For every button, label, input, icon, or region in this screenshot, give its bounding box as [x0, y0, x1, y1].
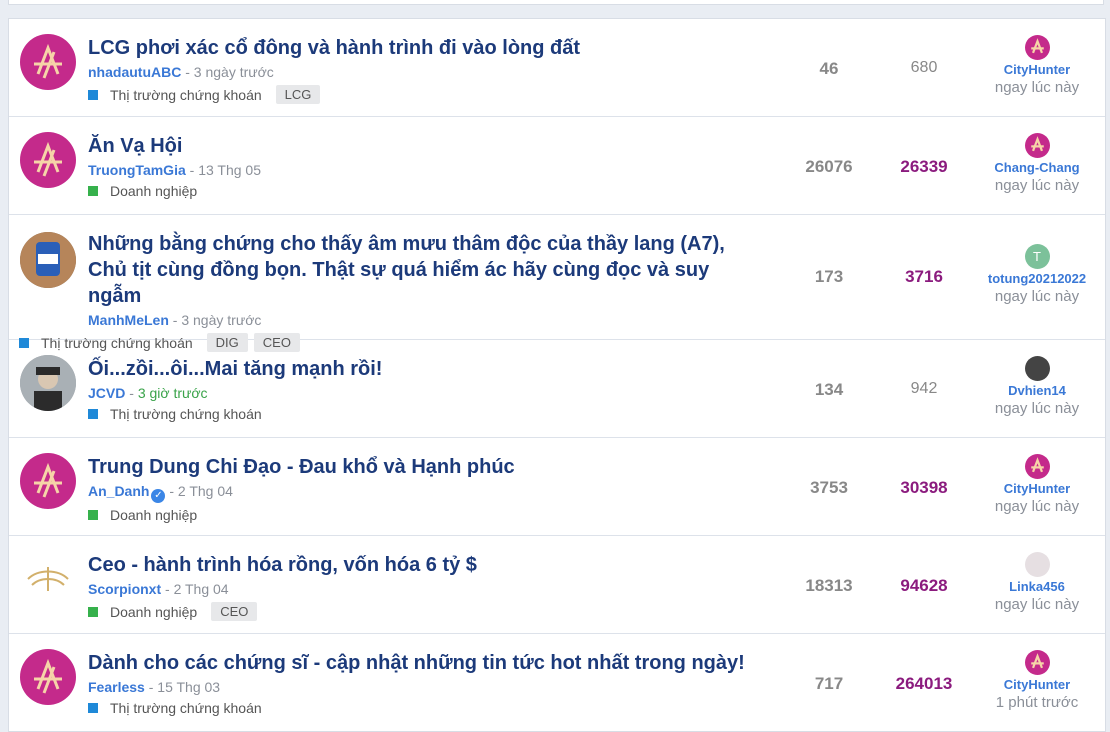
view-count: 26339 [900, 157, 948, 176]
thread-title[interactable]: Ối...zồi...ôi...Mai tăng mạnh rồi! [88, 356, 768, 382]
last-user[interactable]: Dvhien14 [967, 383, 1107, 398]
post-time: 2 Thg 04 [173, 581, 229, 597]
avatar[interactable] [20, 232, 76, 288]
thread-title[interactable]: Ăn Vạ Hội [88, 133, 768, 159]
thread-title[interactable]: Trung Dung Chi Đạo - Đau khổ và Hạnh phú… [88, 454, 768, 480]
last-user[interactable]: CityHunter [967, 677, 1107, 692]
tag-chip[interactable]: LCG [275, 85, 321, 104]
thread-row: Dành cho các chứng sĩ - cập nhật những t… [9, 634, 1105, 731]
forum-square-icon [88, 606, 98, 617]
thread-row: Ăn Vạ Hội TruongTamGia - 13 Thg 05 Doanh… [9, 117, 1105, 215]
reply-count: 18313 [805, 576, 853, 595]
post-time: 13 Thg 05 [198, 162, 261, 178]
last-time: ngay lúc này [994, 400, 1080, 417]
avatar[interactable] [20, 132, 76, 188]
last-user[interactable]: Chang-Chang [967, 160, 1107, 175]
reply-count: 134 [814, 380, 844, 399]
thread-row: Ceo - hành trình hóa rồng, vốn hóa 6 tỷ … [9, 536, 1105, 634]
post-time: 2 Thg 04 [177, 483, 233, 499]
tag-chip[interactable]: CEO [211, 602, 258, 621]
post-time: 3 ngày trước [193, 64, 274, 80]
thread-title[interactable]: Những bằng chứng cho thấy âm mưu thâm độ… [88, 231, 768, 309]
avatar[interactable] [20, 649, 76, 705]
view-count: 264013 [895, 674, 953, 693]
author-link[interactable]: JCVD [88, 385, 125, 401]
last-avatar[interactable] [1024, 356, 1050, 381]
last-time: ngay lúc này [994, 288, 1080, 305]
forum-square-icon [88, 89, 98, 100]
last-post: Chang-Chang ngay lúc này [967, 133, 1107, 194]
last-post: Dvhien14 ngay lúc này [967, 356, 1107, 417]
reply-count: 46 [819, 59, 839, 78]
post-time: 3 ngày trước [181, 312, 262, 328]
forum-square-icon [88, 186, 98, 196]
last-user[interactable]: Linka456 [967, 579, 1107, 594]
last-time: ngay lúc này [994, 79, 1080, 96]
avatar[interactable] [20, 355, 76, 411]
forum-link[interactable]: Thị trường chứng khoán [110, 87, 262, 103]
previous-card-edge [8, 0, 1104, 5]
top-band [0, 0, 1110, 18]
forum-link[interactable]: Doanh nghiệp [110, 604, 197, 620]
reply-count: 173 [814, 267, 844, 286]
forum-square-icon [88, 409, 98, 419]
last-avatar[interactable] [1024, 35, 1050, 60]
last-avatar[interactable] [1024, 650, 1050, 675]
last-post: CityHunter ngay lúc này [967, 35, 1107, 96]
avatar[interactable] [20, 34, 76, 90]
post-time: 3 giờ trước [137, 385, 208, 401]
forum-link[interactable]: Doanh nghiệp [110, 507, 197, 523]
thread-row: Những bằng chứng cho thấy âm mưu thâm độ… [9, 215, 1107, 352]
author-link[interactable]: Scorpionxt [88, 581, 161, 597]
last-post: T totung20212022 ngay lúc này [967, 244, 1107, 305]
thread-title[interactable]: Dành cho các chứng sĩ - cập nhật những t… [88, 650, 768, 676]
thread-list: LCG phơi xác cổ đông và hành trình đi và… [8, 18, 1106, 732]
author-link[interactable]: ManhMeLen [88, 312, 169, 328]
view-count: 94628 [900, 576, 948, 595]
last-time: ngay lúc này [994, 596, 1080, 613]
last-post: CityHunter ngay lúc này [967, 454, 1107, 515]
last-post: Linka456 ngay lúc này [967, 552, 1107, 613]
forum-square-icon [88, 703, 98, 713]
last-avatar[interactable] [1024, 552, 1050, 577]
author-link[interactable]: nhadautuABC [88, 64, 181, 80]
author-link[interactable]: TruongTamGia [88, 162, 186, 178]
thread-row: Ối...zồi...ôi...Mai tăng mạnh rồi! JCVD … [9, 340, 1105, 438]
view-count: 680 [910, 59, 938, 76]
verified-badge-icon: ✓ [151, 489, 166, 503]
forum-link[interactable]: Doanh nghiệp [110, 183, 197, 199]
thread-title[interactable]: Ceo - hành trình hóa rồng, vốn hóa 6 tỷ … [88, 552, 768, 578]
view-count: 942 [910, 380, 938, 397]
post-time: 15 Thg 03 [157, 679, 221, 695]
last-post: CityHunter 1 phút trước [967, 650, 1107, 711]
author-link[interactable]: Fearless [88, 679, 145, 695]
last-user[interactable]: CityHunter [967, 481, 1107, 496]
forum-link[interactable]: Thị trường chứng khoán [110, 406, 262, 422]
reply-count: 26076 [805, 157, 853, 176]
view-count: 30398 [900, 478, 948, 497]
last-time: 1 phút trước [995, 694, 1079, 711]
forum-square-icon [88, 510, 98, 520]
last-time: ngay lúc này [994, 177, 1080, 194]
view-count: 3716 [905, 267, 943, 286]
author-link[interactable]: An_Danh [88, 483, 149, 499]
reply-count: 717 [814, 674, 844, 693]
reply-count: 3753 [810, 478, 848, 497]
thread-title[interactable]: LCG phơi xác cổ đông và hành trình đi và… [88, 35, 768, 61]
last-avatar[interactable] [1024, 454, 1050, 479]
avatar[interactable] [20, 453, 76, 509]
thread-row: Trung Dung Chi Đạo - Đau khổ và Hạnh phú… [9, 438, 1105, 536]
last-user[interactable]: CityHunter [967, 62, 1107, 77]
forum-link[interactable]: Thị trường chứng khoán [110, 700, 262, 716]
last-time: ngay lúc này [994, 498, 1080, 515]
avatar[interactable] [20, 551, 76, 607]
thread-row: LCG phơi xác cổ đông và hành trình đi và… [9, 19, 1105, 117]
last-avatar[interactable] [1024, 133, 1050, 158]
last-user[interactable]: totung20212022 [967, 271, 1107, 286]
last-avatar[interactable]: T [1024, 244, 1050, 269]
